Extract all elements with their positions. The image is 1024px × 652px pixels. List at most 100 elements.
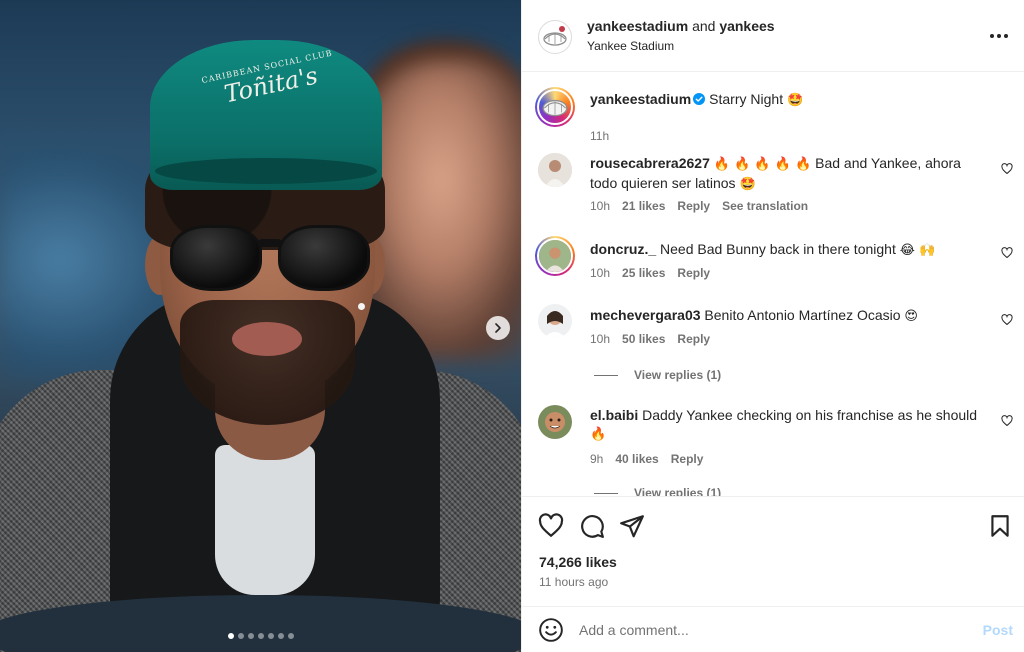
header-usernames: yankeestadium and yankees: [587, 18, 775, 34]
comment-time: 9h: [590, 452, 604, 466]
carousel-dot: [237, 633, 244, 639]
right-lens: [278, 225, 370, 291]
comment-likes[interactable]: 25 likes: [622, 266, 665, 280]
carousel-dots: [0, 633, 521, 639]
comment-meta: 10h 21 likes Reply See translation: [590, 199, 808, 213]
view-replies-label: View replies (1): [634, 486, 722, 496]
shirt: [215, 445, 315, 595]
comment-text: el.baibi Daddy Yankee checking on his fr…: [590, 406, 990, 444]
chevron-right-icon: [495, 323, 501, 333]
comment-meta: 10h 25 likes Reply: [590, 266, 710, 280]
comment-emoji: 🔥: [590, 427, 607, 442]
add-comment-bar: Post: [522, 606, 1024, 652]
reply-button[interactable]: Reply: [677, 199, 710, 213]
comment-text: rousecabrera2627 🔥 🔥 🔥 🔥 🔥 Bad and Yanke…: [590, 154, 990, 194]
avatar[interactable]: [535, 87, 575, 127]
carousel-dot: [287, 633, 294, 639]
caption-time: 11h: [590, 129, 610, 143]
comment-text: mechevergara03 Benito Antonio Martínez O…: [590, 306, 990, 326]
avatar[interactable]: [538, 405, 572, 439]
post-header: yankeestadium and yankees Yankee Stadium: [522, 0, 1024, 72]
user-photo-icon: [538, 304, 572, 338]
comment-emoji: 🤩: [739, 177, 756, 192]
divider-line: [594, 374, 618, 376]
comment-emoji-prefix: 🔥 🔥 🔥 🔥 🔥: [713, 157, 812, 172]
avatar[interactable]: [538, 304, 572, 338]
header-collaborator[interactable]: yankees: [719, 18, 774, 34]
reply-button[interactable]: Reply: [677, 266, 710, 280]
avatar[interactable]: [538, 153, 572, 187]
post-actions: 74,266 likes 11 hours ago: [522, 496, 1024, 606]
carousel-dot: [227, 633, 234, 639]
verified-badge-icon: [693, 93, 706, 105]
caption-emoji: 🤩: [786, 93, 804, 108]
user-photo-icon: [538, 153, 572, 187]
comments-list[interactable]: yankeestadium Starry Night 🤩 11h rousecab…: [522, 73, 1024, 496]
user-photo-icon: [538, 405, 572, 439]
comment-username[interactable]: rousecabrera2627: [590, 155, 710, 171]
bookmark-icon[interactable]: [987, 513, 1013, 539]
comment-username[interactable]: doncruz._: [590, 241, 656, 257]
smiley-icon[interactable]: [538, 617, 564, 643]
comment-meta: 9h 40 likes Reply: [590, 452, 703, 466]
heart-icon[interactable]: [1001, 314, 1013, 326]
avatar[interactable]: [535, 236, 575, 276]
reply-button[interactable]: Reply: [677, 332, 710, 346]
comment-likes[interactable]: 21 likes: [622, 199, 665, 213]
post-comment-button[interactable]: Post: [983, 622, 1013, 638]
comment-body: Daddy Yankee checking on his franchise a…: [642, 407, 978, 423]
comment-likes[interactable]: 40 likes: [615, 452, 658, 466]
earring: [358, 303, 365, 310]
caption-meta: 11h: [590, 129, 609, 143]
view-replies-button[interactable]: View replies (1): [594, 368, 721, 382]
comment-icon[interactable]: [579, 513, 605, 539]
caption-text: yankeestadium Starry Night 🤩: [590, 90, 990, 110]
post-time: 11 hours ago: [539, 575, 609, 589]
cap-brim: [155, 158, 377, 184]
see-translation-button[interactable]: See translation: [722, 199, 808, 213]
comment-username[interactable]: el.baibi: [590, 407, 638, 423]
heart-icon[interactable]: [1001, 247, 1013, 259]
user-photo-icon: [539, 240, 571, 272]
comment-time: 10h: [590, 266, 611, 280]
beard: [180, 300, 355, 425]
caption-username[interactable]: yankeestadium: [590, 91, 691, 107]
carousel-dot: [277, 633, 284, 639]
lips: [232, 322, 302, 356]
comment-username[interactable]: mechevergara03: [590, 307, 701, 323]
post-side-panel: yankeestadium and yankees Yankee Stadium: [521, 0, 1024, 652]
comment-body: Benito Antonio Martínez Ocasio: [704, 307, 901, 323]
more-options-button[interactable]: [985, 24, 1013, 48]
comment-likes[interactable]: 50 likes: [622, 332, 665, 346]
more-horizontal-icon: [990, 34, 994, 38]
header-joiner: and: [692, 18, 716, 34]
caption-body: Starry Night: [709, 91, 784, 107]
sunglasses: [170, 225, 370, 295]
avatar[interactable]: [538, 20, 572, 54]
view-replies-button[interactable]: View replies (1): [594, 486, 721, 496]
header-location[interactable]: Yankee Stadium: [587, 39, 674, 53]
comment-time: 10h: [590, 332, 611, 346]
comment-input[interactable]: [579, 619, 959, 641]
heart-icon[interactable]: [1001, 163, 1013, 175]
likes-count[interactable]: 74,266 likes: [539, 554, 617, 570]
view-replies-label: View replies (1): [634, 368, 722, 382]
stadium-logo-icon: [542, 99, 568, 117]
comment-emoji: 😂 🙌: [899, 243, 936, 258]
send-icon[interactable]: [619, 513, 645, 539]
comment-meta: 10h 50 likes Reply: [590, 332, 710, 346]
reply-button[interactable]: Reply: [671, 452, 704, 466]
carousel-dot: [257, 633, 264, 639]
left-lens: [170, 225, 262, 291]
post-photo[interactable]: CARIBBEAN SOCIAL CLUB Toñita's: [0, 0, 521, 652]
carousel-dot: [267, 633, 274, 639]
heart-icon[interactable]: [1001, 415, 1013, 427]
divider-line: [594, 492, 618, 494]
heart-icon[interactable]: [538, 513, 564, 539]
carousel-next-button[interactable]: [486, 316, 510, 340]
comment-emoji: 😍: [904, 309, 918, 324]
comment-body: Need Bad Bunny back in there tonight: [660, 241, 896, 257]
comment-text: doncruz._ Need Bad Bunny back in there t…: [590, 240, 990, 260]
carousel-dot: [247, 633, 254, 639]
header-username[interactable]: yankeestadium: [587, 18, 688, 34]
